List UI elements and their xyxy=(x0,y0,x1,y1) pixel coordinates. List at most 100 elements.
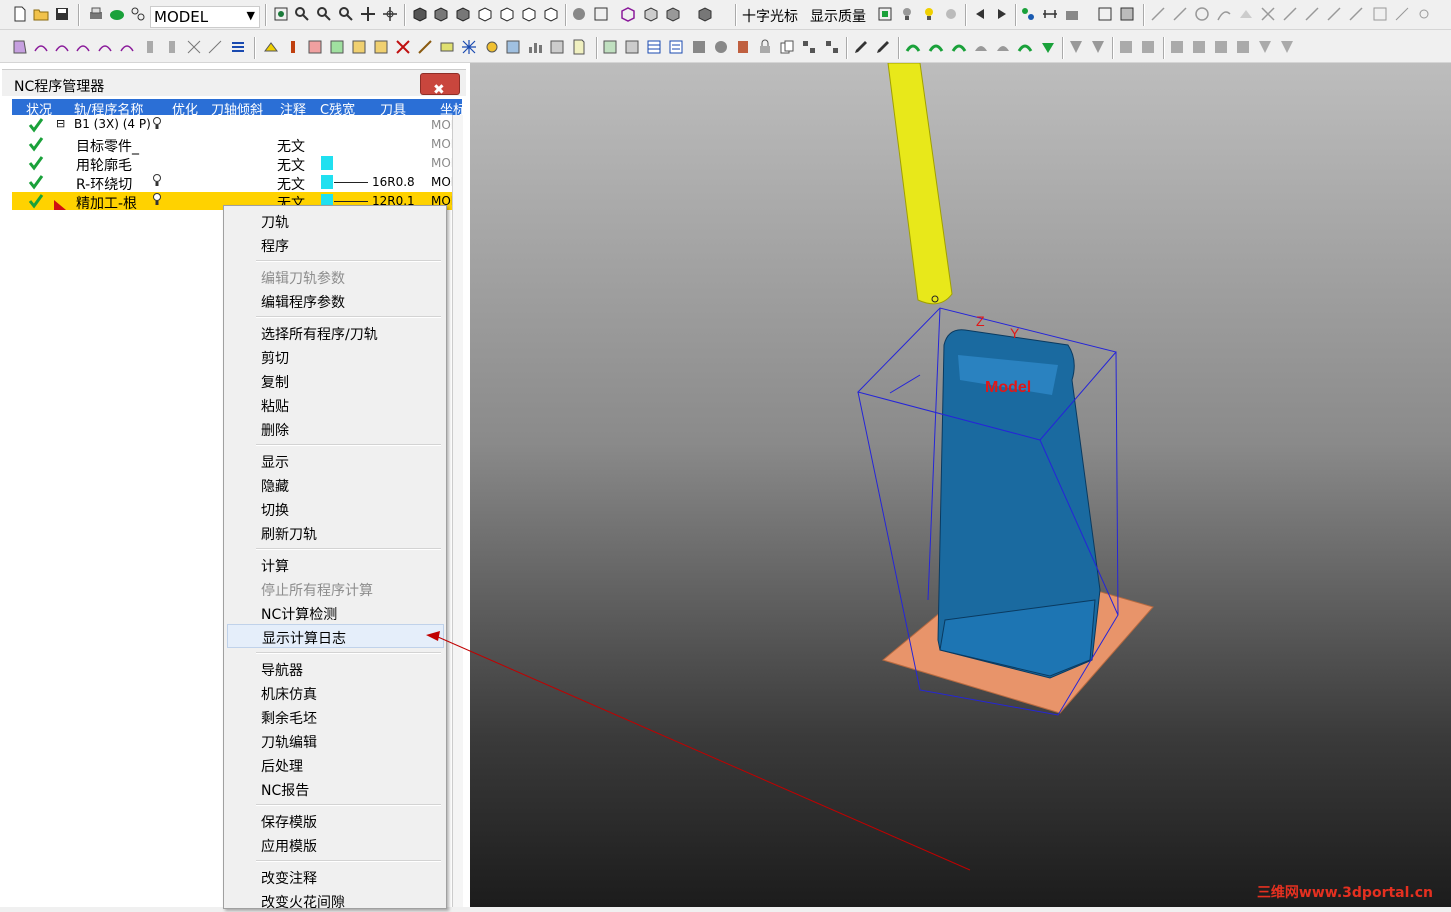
open-folder-icon[interactable] xyxy=(33,6,49,22)
list-icon[interactable] xyxy=(230,39,246,55)
menu-item-copy[interactable]: 复制 xyxy=(227,369,442,391)
list-view-icon[interactable] xyxy=(668,39,684,55)
printer-icon[interactable] xyxy=(88,6,104,22)
join-tool-icon[interactable] xyxy=(1326,6,1342,22)
grey-tp1-icon[interactable] xyxy=(973,39,989,55)
model-tree-icon[interactable] xyxy=(130,6,146,22)
sheet-icon[interactable] xyxy=(571,39,587,55)
pattern2-icon[interactable] xyxy=(75,39,91,55)
menu-item-stop-all[interactable]: 停止所有程序计算 xyxy=(227,577,442,599)
view-iso-icon[interactable] xyxy=(412,6,428,22)
green-tp4-icon[interactable] xyxy=(1017,39,1033,55)
grey-j-icon[interactable] xyxy=(1279,39,1295,55)
display-green-icon[interactable] xyxy=(877,6,893,22)
menu-item-edit-program-params[interactable]: 编辑程序参数 xyxy=(227,289,442,311)
graphics-viewport[interactable]: Z Y Model 三维网www.3dportal.cn xyxy=(470,63,1451,907)
model-layer-icon[interactable] xyxy=(109,6,125,22)
surface-tool-icon[interactable] xyxy=(1238,6,1254,22)
menu-item-calculate[interactable]: 计算 xyxy=(227,553,442,575)
menu-item-toolpath[interactable]: 刀轨 xyxy=(227,209,442,231)
stats-icon[interactable] xyxy=(527,39,543,55)
boundary-icon[interactable] xyxy=(33,39,49,55)
dropdown-view-icon[interactable] xyxy=(697,6,713,22)
wireframe-icon[interactable] xyxy=(593,6,609,22)
view-right-icon[interactable] xyxy=(477,6,493,22)
view-left-icon[interactable] xyxy=(499,6,515,22)
lock-icon[interactable] xyxy=(757,39,773,55)
menu-item-save-template[interactable]: 保存模版 xyxy=(227,809,442,831)
menu-item-machine-sim[interactable]: 机床仿真 xyxy=(227,681,442,703)
grey-f-icon[interactable] xyxy=(1191,39,1207,55)
trim-tool-icon[interactable] xyxy=(1260,6,1276,22)
table-row[interactable]: 目标零件_ 无文 MOD xyxy=(12,135,462,155)
close-button[interactable]: ✖ xyxy=(420,73,460,98)
flow-icon[interactable] xyxy=(801,39,817,55)
menu-item-paste[interactable]: 粘贴 xyxy=(227,393,442,415)
menu-item-edit-toolpath-params[interactable]: 编辑刀轨参数 xyxy=(227,265,442,287)
leads-icon[interactable] xyxy=(329,39,345,55)
bulb-icon[interactable] xyxy=(153,193,161,207)
arrow-left-icon[interactable] xyxy=(972,6,988,22)
menu-item-toggle[interactable]: 切换 xyxy=(227,497,442,519)
flow2-icon[interactable] xyxy=(824,39,840,55)
light-settings-icon[interactable] xyxy=(943,6,959,22)
line-tool-icon[interactable] xyxy=(1150,6,1166,22)
cube-grey-icon[interactable] xyxy=(665,6,681,22)
edit-icon[interactable] xyxy=(853,39,869,55)
table-row[interactable]: ⊟ B1 (3X) (4 P) MOD xyxy=(12,116,462,134)
menu-item-refresh-toolpath[interactable]: 刷新刀轨 xyxy=(227,521,442,543)
arrow-right-icon[interactable] xyxy=(994,6,1010,22)
pattern-icon[interactable] xyxy=(54,39,70,55)
view-front-icon[interactable] xyxy=(433,6,449,22)
grey-e-icon[interactable] xyxy=(1169,39,1185,55)
menu-item-delete[interactable]: 删除 xyxy=(227,417,442,439)
zoom-window-icon[interactable] xyxy=(294,6,310,22)
green-tp3-icon[interactable] xyxy=(951,39,967,55)
green-tp2-icon[interactable] xyxy=(928,39,944,55)
layer-icon[interactable] xyxy=(1020,6,1036,22)
menu-item-show[interactable]: 显示 xyxy=(227,449,442,471)
feature-icon[interactable] xyxy=(97,39,113,55)
tool-axis-icon[interactable] xyxy=(417,39,433,55)
rotate-view-icon[interactable] xyxy=(382,6,398,22)
menu-item-apply-template[interactable]: 应用模版 xyxy=(227,833,442,855)
square-icon[interactable] xyxy=(691,39,707,55)
level-icon[interactable] xyxy=(207,39,223,55)
collision-icon[interactable] xyxy=(439,39,455,55)
view-back-icon[interactable] xyxy=(521,6,537,22)
light-bulb-icon[interactable] xyxy=(899,6,915,22)
split-tool-icon[interactable] xyxy=(1304,6,1320,22)
view-top-icon[interactable] xyxy=(455,6,471,22)
light-bulb-on-icon[interactable] xyxy=(921,6,937,22)
menu-item-change-note[interactable]: 改变注释 xyxy=(227,865,442,887)
start-point-icon[interactable] xyxy=(373,39,389,55)
stock-define-icon[interactable] xyxy=(12,39,28,55)
sim-icon[interactable] xyxy=(484,39,500,55)
grey-tp2-icon[interactable] xyxy=(995,39,1011,55)
zoom-dynamic-icon[interactable] xyxy=(316,6,332,22)
zoom-box-icon[interactable] xyxy=(273,6,289,22)
explorer-icon[interactable] xyxy=(602,39,618,55)
crosshair-toggle[interactable]: 十字光标 xyxy=(742,6,798,26)
output-icon[interactable] xyxy=(549,39,565,55)
measure-icon[interactable] xyxy=(1042,6,1058,22)
tree-icon[interactable] xyxy=(624,39,640,55)
cube-shaded-icon[interactable] xyxy=(643,6,659,22)
grey-g-icon[interactable] xyxy=(1213,39,1229,55)
table-row[interactable]: 用轮廓毛 无文 MOD xyxy=(12,154,462,174)
menu-item-change-spark-gap[interactable]: 改变火花间隙 xyxy=(227,889,442,911)
point-tool-icon[interactable] xyxy=(1172,6,1188,22)
col-note[interactable]: 注释 xyxy=(280,99,306,115)
grey-d-icon[interactable] xyxy=(1140,39,1156,55)
grey-b-icon[interactable] xyxy=(1090,39,1106,55)
menu-item-cut[interactable]: 剪切 xyxy=(227,345,442,367)
grey-a-icon[interactable] xyxy=(1068,39,1084,55)
workplane2-icon[interactable] xyxy=(186,39,202,55)
model-select[interactable]: MODEL ▼ xyxy=(150,6,260,28)
pan-icon[interactable] xyxy=(360,6,376,22)
xyz-icon[interactable] xyxy=(1394,6,1410,22)
shade-icon[interactable] xyxy=(571,6,587,22)
menu-item-nc-check[interactable]: NC计算检测 xyxy=(227,601,442,623)
verify-icon[interactable] xyxy=(461,39,477,55)
feature2-icon[interactable] xyxy=(119,39,135,55)
